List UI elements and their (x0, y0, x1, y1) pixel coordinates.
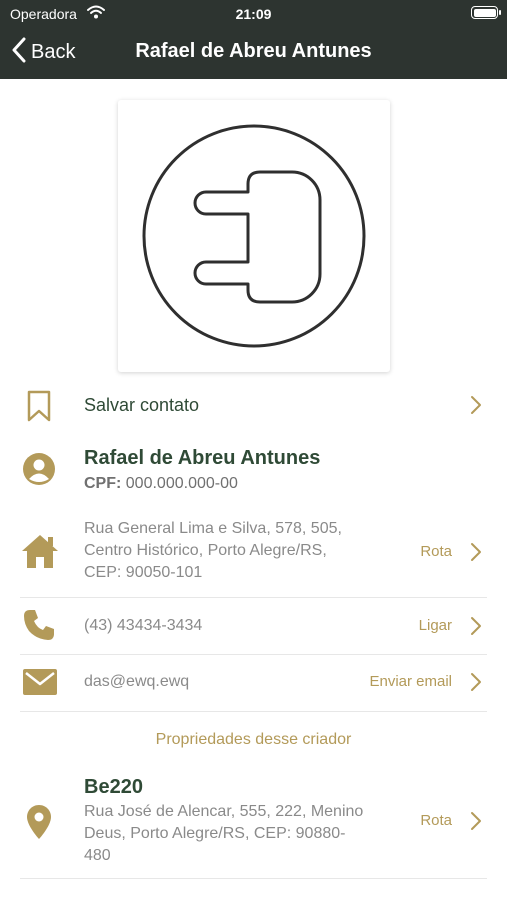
navigation-bar: Operadora 21:09 Back Rafael de Abreu Ant… (0, 0, 507, 79)
cpf-value: 000.000.000-00 (125, 475, 238, 492)
address-line: CEP: 90050-101 (84, 564, 203, 581)
user-circle-icon (22, 452, 56, 491)
chevron-right-icon (470, 616, 482, 641)
divider (20, 711, 487, 712)
plug-logo-icon (142, 124, 366, 348)
chevron-right-icon (470, 542, 482, 567)
chevron-right-icon (470, 811, 482, 836)
phone-number: (43) 43434-3434 (84, 617, 203, 634)
route-link[interactable]: Rota (420, 543, 452, 560)
address-line: Rua General Lima e Silva, 578, 505, (84, 520, 342, 537)
email-row[interactable]: das@ewq.ewq Enviar email (20, 662, 487, 702)
property-address-line: Rua José de Alencar, 555, 222, Menino (84, 803, 364, 820)
divider (20, 878, 487, 879)
property-item[interactable]: Be220 Rua José de Alencar, 555, 222, Men… (20, 774, 487, 870)
chevron-right-icon (470, 672, 482, 697)
status-bar: Operadora 21:09 (0, 0, 507, 28)
property-route-link[interactable]: Rota (420, 812, 452, 829)
call-link[interactable]: Ligar (419, 617, 452, 634)
phone-row[interactable]: (43) 43434-3434 Ligar (20, 606, 487, 646)
person-name: Rafael de Abreu Antunes (84, 447, 321, 469)
address-row[interactable]: Rua General Lima e Silva, 578, 505, Cent… (20, 518, 487, 590)
cpf-label: CPF: (84, 475, 122, 492)
creator-logo-card (118, 100, 390, 372)
page-title: Rafael de Abreu Antunes (135, 40, 372, 62)
envelope-icon (22, 668, 58, 701)
property-address-line: 480 (84, 847, 111, 864)
chevron-right-icon (470, 395, 482, 420)
email-address: das@ewq.ewq (84, 673, 190, 690)
property-name: Be220 (84, 776, 143, 798)
save-contact-row[interactable]: Salvar contato (20, 384, 487, 428)
bookmark-icon (26, 390, 52, 427)
divider (20, 654, 487, 655)
divider (20, 597, 487, 598)
home-icon (20, 532, 60, 575)
send-email-link[interactable]: Enviar email (369, 673, 452, 690)
person-row: Rafael de Abreu Antunes CPF: 000.000.000… (20, 444, 487, 500)
map-pin-icon (26, 804, 52, 845)
address-line: Centro Histórico, Porto Alegre/RS, (84, 542, 327, 559)
status-time: 21:09 (235, 6, 272, 22)
battery-icon (471, 6, 501, 19)
phone-icon (22, 608, 56, 647)
property-address-line: Deus, Porto Alegre/RS, CEP: 90880- (84, 825, 346, 842)
properties-heading: Propriedades desse criador (155, 731, 352, 748)
save-contact-label: Salvar contato (84, 395, 200, 415)
